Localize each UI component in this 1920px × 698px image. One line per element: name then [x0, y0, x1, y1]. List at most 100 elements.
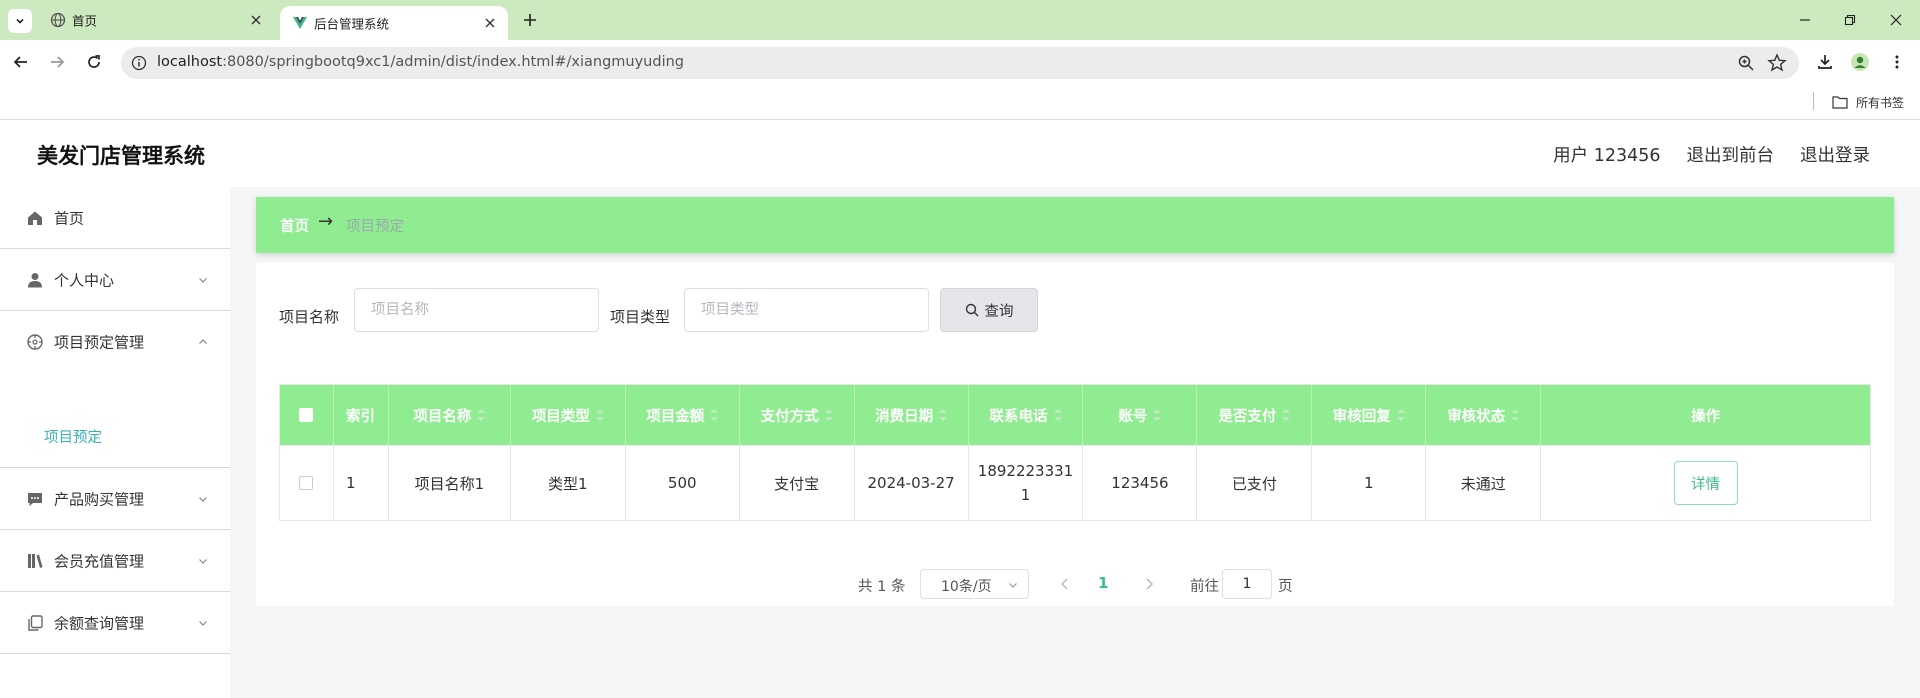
project-name-field[interactable] — [354, 288, 599, 332]
current-page-number[interactable]: 1 — [1098, 574, 1108, 592]
column-header-name[interactable]: 项目名称 — [389, 385, 511, 445]
column-header-label: 消费日期 — [875, 408, 934, 425]
tab-close-icon[interactable] — [482, 15, 498, 31]
column-header-date[interactable]: 消费日期 — [855, 385, 969, 445]
column-header-type[interactable]: 项目类型 — [511, 385, 626, 445]
sort-icon[interactable] — [1282, 409, 1291, 421]
target-icon — [27, 334, 43, 350]
column-header-label: 操作 — [1691, 408, 1721, 425]
goto-page-input[interactable]: 1 — [1222, 569, 1272, 599]
page-size-value: 10条/页 — [941, 579, 992, 595]
user-icon — [28, 272, 42, 287]
sidebar-item-member-recharge[interactable]: 会员充值管理 — [0, 530, 230, 592]
detail-button[interactable]: 详情 — [1673, 461, 1738, 505]
new-tab-button[interactable] — [520, 10, 540, 30]
project-type-input[interactable] — [685, 289, 928, 331]
browser-tab-admin[interactable]: 后台管理系统 — [280, 6, 508, 40]
close-icon — [1890, 14, 1902, 26]
sort-icon[interactable] — [939, 409, 948, 421]
back-button[interactable] — [11, 52, 31, 72]
tab-title: 后台管理系统 — [314, 16, 390, 32]
home-icon — [28, 211, 42, 225]
column-header-label: 索引 — [345, 408, 375, 425]
sidebar-item-project-booking[interactable]: 项目预定管理 — [0, 311, 230, 373]
column-header-label: 审核状态 — [1447, 408, 1506, 425]
sort-icon[interactable] — [710, 409, 719, 421]
globe-icon — [50, 12, 66, 28]
site-info-icon[interactable] — [131, 55, 147, 71]
chat-icon — [28, 492, 42, 506]
project-type-field[interactable] — [684, 288, 929, 332]
search-button[interactable]: 查询 — [940, 288, 1038, 332]
sidebar-item-label: 项目预定管理 — [54, 333, 145, 352]
column-header-pay-method[interactable]: 支付方式 — [740, 385, 855, 445]
bookmark-star-icon[interactable] — [1767, 53, 1787, 73]
tab-search-button[interactable] — [8, 9, 32, 33]
cell-pay-method: 支付宝 — [740, 446, 855, 520]
chevron-down-icon — [199, 558, 207, 564]
sort-icon[interactable] — [1396, 409, 1405, 421]
logout-link[interactable]: 退出登录 — [1800, 142, 1870, 167]
close-window-button[interactable] — [1886, 10, 1906, 30]
browser-tab-home[interactable]: 首页 — [38, 0, 274, 40]
minimize-button[interactable] — [1795, 10, 1815, 30]
pagination-total: 共 1 条 — [858, 579, 906, 595]
sort-icon[interactable] — [477, 409, 486, 421]
restore-button[interactable] — [1840, 10, 1860, 30]
prev-page-icon[interactable] — [1058, 577, 1072, 591]
cell-account: 123456 — [1083, 446, 1198, 520]
sidebar-item-product-purchase[interactable]: 产品购买管理 — [0, 468, 230, 530]
column-header-phone[interactable]: 联系电话 — [969, 385, 1084, 445]
exit-to-front-link[interactable]: 退出到前台 — [1687, 142, 1775, 167]
cell-amount: 500 — [626, 446, 740, 520]
sort-icon[interactable] — [595, 409, 604, 421]
forward-button[interactable] — [47, 52, 67, 72]
column-header-amount[interactable]: 项目金额 — [626, 385, 740, 445]
row-checkbox[interactable] — [299, 476, 314, 490]
restore-icon — [1844, 14, 1856, 26]
profile-button[interactable] — [1850, 52, 1870, 72]
column-header-label: 项目金额 — [646, 408, 705, 425]
tab-close-icon[interactable] — [248, 12, 264, 28]
app-root: 美发门店管理系统 用户 123456 退出到前台 退出登录 首页 个人中心 项目… — [0, 121, 1920, 698]
breadcrumb-home[interactable]: 首页 — [280, 215, 309, 236]
column-header-status[interactable]: 审核状态 — [1426, 385, 1542, 445]
cell-phone: 1892223331 1 — [969, 446, 1084, 520]
column-header-account[interactable]: 账号 — [1083, 385, 1198, 445]
project-name-input[interactable] — [355, 289, 598, 331]
zoom-icon[interactable] — [1737, 54, 1755, 72]
chevron-down-icon — [16, 18, 24, 24]
sidebar-item-personal-center[interactable]: 个人中心 — [0, 249, 230, 311]
all-bookmarks-button[interactable]: 所有书签 — [1832, 92, 1904, 112]
downloads-button[interactable] — [1815, 52, 1835, 72]
sidebar-item-label: 会员充值管理 — [54, 552, 145, 570]
sidebar-item-home[interactable]: 首页 — [0, 187, 230, 249]
sidebar-item-balance-query[interactable]: 余额查询管理 — [0, 592, 230, 654]
sidebar-subitem-project-booking[interactable]: 项目预定 — [0, 405, 230, 468]
sort-icon[interactable] — [1053, 409, 1062, 421]
arrow-right-icon — [51, 56, 65, 68]
phone-line: 1 — [1020, 486, 1031, 504]
row-select-cell — [280, 446, 334, 520]
column-header-paid[interactable]: 是否支付 — [1197, 385, 1313, 445]
goto-page-suffix: 页 — [1278, 579, 1293, 595]
address-bar[interactable]: localhost:8080/springbootq9xc1/admin/dis… — [121, 47, 1799, 79]
reload-button[interactable] — [84, 52, 104, 72]
browser-menu-button[interactable] — [1887, 52, 1907, 72]
sort-icon[interactable] — [824, 409, 833, 421]
sidebar-item-label: 产品购买管理 — [54, 490, 145, 508]
cell-index: 1 — [334, 446, 389, 520]
sidebar-item-label: 个人中心 — [54, 271, 115, 289]
cell-status: 未通过 — [1426, 446, 1542, 520]
sort-icon[interactable] — [1511, 409, 1520, 421]
page-size-select[interactable]: 10条/页 — [920, 569, 1029, 599]
vue-logo-icon — [293, 17, 307, 29]
next-page-icon[interactable] — [1142, 577, 1156, 591]
sort-icon[interactable] — [1153, 409, 1162, 421]
column-header-label: 审核回复 — [1332, 408, 1391, 425]
column-header-label: 联系电话 — [989, 408, 1048, 425]
column-header-index: 索引 — [334, 385, 389, 445]
column-header-reply[interactable]: 审核回复 — [1312, 385, 1427, 445]
url-host: localhost — [157, 54, 223, 70]
select-all-checkbox[interactable] — [299, 408, 314, 422]
